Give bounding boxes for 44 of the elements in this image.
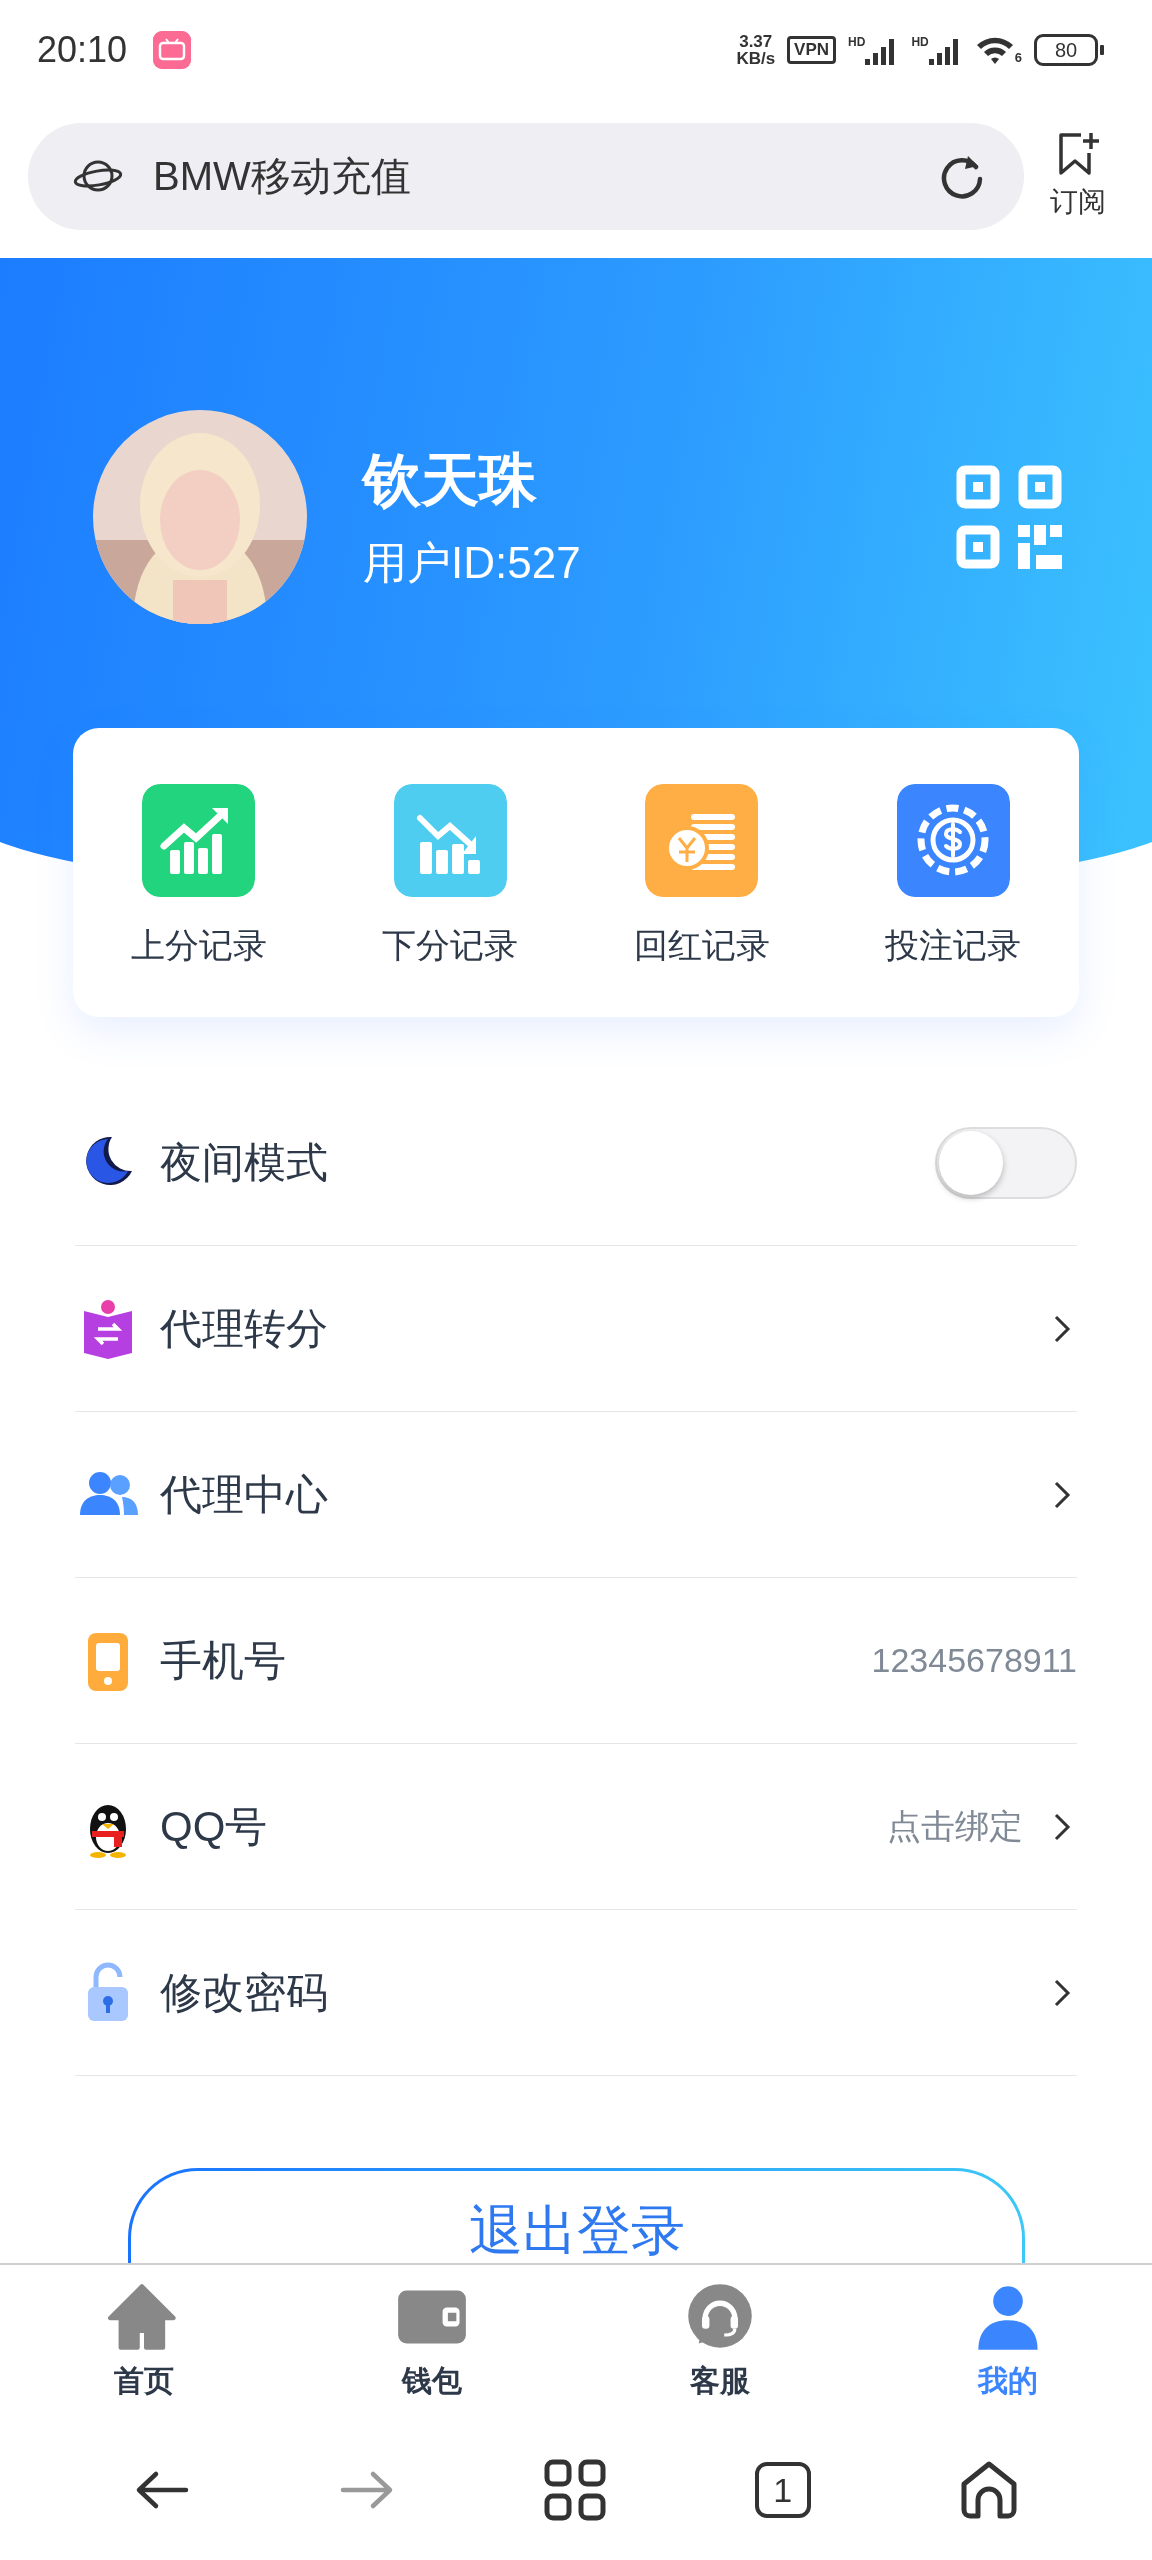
tab-item[interactable]: 钱包 [288, 2265, 576, 2420]
menu-label[interactable]: QQ号 [160, 1798, 268, 1855]
chevron-right-icon [1053, 1313, 1071, 1344]
vpn-indicator: VPN [787, 36, 837, 64]
battery-level: 80 [1034, 34, 1098, 66]
home-icon[interactable] [959, 2460, 1018, 2520]
record-label[interactable]: 下分记录 [382, 923, 519, 969]
page-title: BMW移动充值 [153, 152, 411, 200]
clock-time: 20:10 [37, 29, 128, 71]
address-bar[interactable]: BMW移动充值 [28, 122, 1024, 230]
logout-button[interactable]: 退出登录 [128, 2168, 1025, 2263]
tab-count-button[interactable]: 1 [754, 2462, 811, 2518]
subscribe-button[interactable]: 订阅 [1050, 131, 1106, 221]
network-speed: 3.37 [739, 33, 773, 50]
record-label[interactable]: 回红记录 [633, 923, 770, 969]
coin-stack-icon[interactable] [645, 784, 759, 897]
record-label[interactable]: 投注记录 [885, 923, 1022, 969]
user-id: 用户ID:527 [363, 536, 581, 589]
chevron-right-icon [1053, 1811, 1071, 1842]
rising-chart-icon[interactable] [142, 784, 256, 897]
qr-code-icon[interactable] [956, 465, 1062, 569]
hd-label: HD [911, 35, 929, 49]
record-label[interactable]: 上分记录 [130, 923, 267, 969]
tab-item[interactable]: 首页 [0, 2265, 288, 2420]
user-name: 钦天珠 [363, 445, 538, 514]
falling-chart-icon[interactable] [393, 784, 507, 897]
reload-icon[interactable] [940, 153, 984, 199]
item-value: 12345678911 [871, 1641, 1077, 1680]
menu-label[interactable]: 修改密码 [160, 1964, 328, 2021]
wifi-generation: 6 [1014, 50, 1022, 65]
app-notification-icon [153, 31, 192, 69]
grid-menu-icon[interactable] [544, 2459, 606, 2521]
menu-label[interactable]: 代理中心 [160, 1466, 328, 1523]
poker-chip-icon[interactable] [896, 784, 1010, 897]
back-icon[interactable] [134, 2470, 191, 2510]
menu-label[interactable]: 手机号 [160, 1632, 286, 1689]
menu-label[interactable]: 代理转分 [160, 1300, 328, 1357]
menu-label[interactable]: 夜间模式 [160, 1134, 328, 1191]
tab-item[interactable]: 客服 [576, 2265, 864, 2420]
chevron-right-icon [1053, 1479, 1071, 1510]
speed-unit: KB/s [736, 50, 776, 67]
hd-label: HD [848, 35, 866, 49]
chevron-right-icon [1053, 1977, 1071, 2008]
item-value: 点击绑定 [887, 1805, 1023, 1847]
